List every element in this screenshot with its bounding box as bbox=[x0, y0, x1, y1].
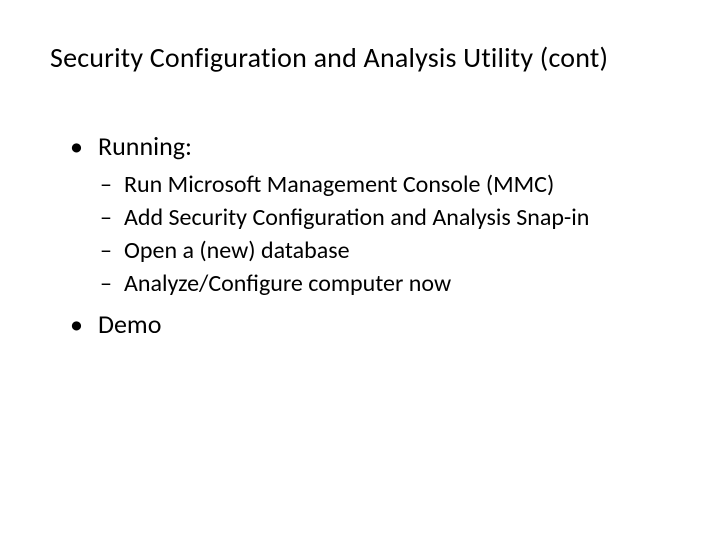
bullet-demo-label: Demo bbox=[98, 308, 161, 340]
bullet-running: Running: Run Microsoft Management Consol… bbox=[70, 130, 670, 298]
sub-item: Open a (new) database bbox=[100, 236, 670, 265]
sub-item: Run Microsoft Management Console (MMC) bbox=[100, 170, 670, 199]
sub-item: Add Security Configuration and Analysis … bbox=[100, 203, 670, 232]
bullet-running-label: Running: bbox=[98, 130, 192, 162]
bullet-list: Running: Run Microsoft Management Consol… bbox=[50, 130, 670, 340]
sub-item: Analyze/Configure computer now bbox=[100, 269, 670, 298]
sub-list-running: Run Microsoft Management Console (MMC) A… bbox=[98, 170, 670, 298]
bullet-demo: Demo bbox=[70, 308, 670, 340]
slide-title: Security Configuration and Analysis Util… bbox=[50, 40, 670, 75]
